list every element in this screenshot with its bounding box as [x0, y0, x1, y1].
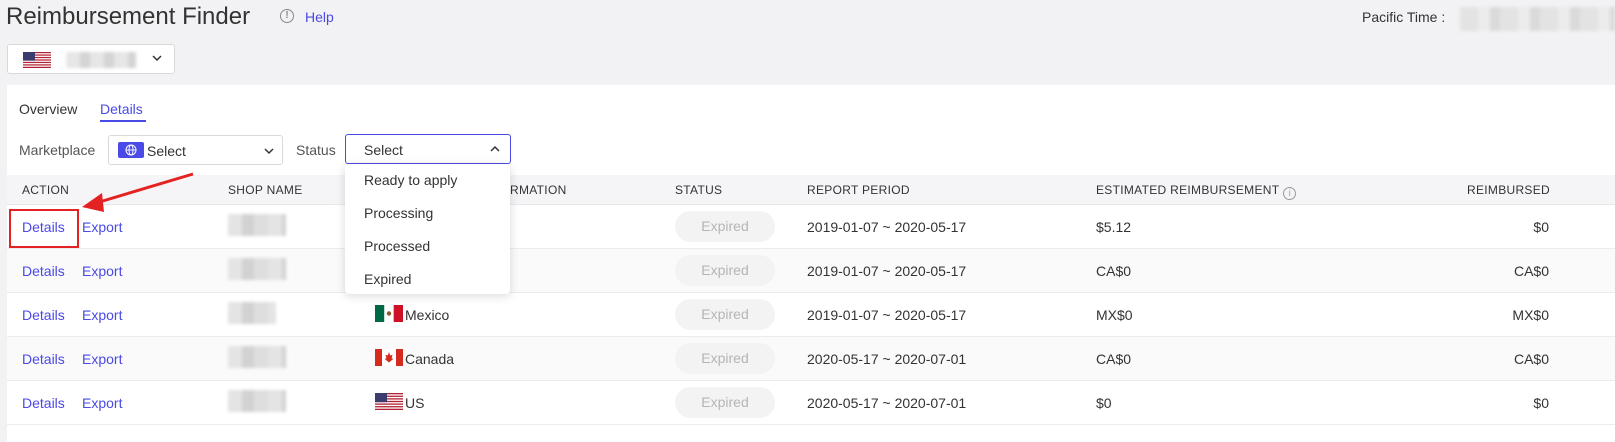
us-flag-icon [375, 393, 403, 410]
col-action: ACTION [22, 183, 70, 197]
shop-name-redacted [228, 258, 286, 280]
status-option-processed[interactable]: Processed [364, 238, 430, 254]
report-period: 2020-05-17 ~ 2020-07-01 [807, 395, 967, 411]
status-badge: Expired [675, 343, 775, 374]
store-selector[interactable] [7, 44, 175, 74]
us-flag-icon [23, 52, 51, 68]
table-row: Details Export Expired 2019-01-07 ~ 2020… [7, 249, 1615, 293]
status-badge: Expired [675, 211, 775, 242]
status-badge: Expired [675, 255, 775, 286]
marketplace-label: Marketplace [19, 142, 96, 158]
main-panel: Overview Details Marketplace Select Stat… [7, 85, 1615, 442]
info-icon[interactable]: i [1283, 187, 1297, 200]
country-name: Canada [405, 351, 455, 367]
reimbursed-amount: $0 [1533, 395, 1549, 411]
export-link[interactable]: Export [82, 351, 122, 367]
status-select[interactable]: Select [345, 134, 511, 164]
details-link[interactable]: Details [22, 395, 65, 411]
active-tab-indicator [100, 120, 146, 122]
mexico-flag-icon [375, 305, 403, 322]
details-link[interactable]: Details [22, 307, 65, 323]
pacific-time-label: Pacific Time : [1362, 9, 1446, 25]
status-label: Status [296, 142, 336, 158]
col-information: RMATION [510, 183, 567, 197]
tab-details[interactable]: Details [100, 101, 143, 117]
details-link[interactable]: Details [22, 263, 65, 279]
export-link[interactable]: Export [82, 219, 122, 235]
col-status: STATUS [675, 183, 723, 197]
status-option-ready-to-apply[interactable]: Ready to apply [364, 172, 457, 188]
col-reimbursed: REIMBURSED [1467, 183, 1551, 197]
status-badge: Expired [675, 387, 775, 418]
status-select-value: Select [364, 142, 403, 158]
export-link[interactable]: Export [82, 307, 122, 323]
estimated-reimbursement: $5.12 [1096, 219, 1132, 235]
store-name-redacted [66, 52, 136, 68]
marketplace-country: US [375, 393, 424, 411]
status-option-processing[interactable]: Processing [364, 205, 433, 221]
estimated-reimbursement: CA$0 [1096, 263, 1132, 279]
estimated-reimbursement: $0 [1096, 395, 1112, 411]
chevron-up-icon [490, 145, 500, 152]
estimated-reimbursement: MX$0 [1096, 307, 1133, 323]
reimbursed-amount: $0 [1533, 219, 1549, 235]
col-shop-name: SHOP NAME [228, 183, 303, 197]
estimated-reimbursement: CA$0 [1096, 351, 1132, 367]
report-period: 2019-01-07 ~ 2020-05-17 [807, 263, 967, 279]
col-report-period: REPORT PERIOD [807, 183, 910, 197]
country-name: Mexico [405, 307, 450, 323]
shop-name-redacted [228, 346, 286, 368]
help-icon[interactable]: ! [280, 9, 294, 23]
report-period: 2019-01-07 ~ 2020-05-17 [807, 307, 967, 323]
canada-flag-icon [375, 349, 403, 366]
page-title: Reimbursement Finder [6, 3, 251, 30]
shop-name-redacted [228, 214, 286, 236]
shop-name-redacted [228, 302, 276, 324]
top-bar: Reimbursement Finder ! Help Pacific Time… [0, 0, 1615, 40]
help-link[interactable]: Help [305, 9, 334, 25]
pacific-time-value-redacted [1460, 7, 1615, 31]
reimbursed-amount: CA$0 [1513, 263, 1549, 279]
marketplace-select-value: Select [147, 143, 186, 159]
reimbursed-amount: CA$0 [1513, 351, 1549, 367]
marketplace-country: Mexico [375, 305, 449, 323]
table-row: Details Export Mexico Expired 2019-01-07… [7, 293, 1615, 337]
col-estimated-reimbursement: ESTIMATED REIMBURSEMENT i [1096, 183, 1297, 200]
shop-name-redacted [228, 390, 286, 412]
country-name: US [405, 395, 425, 411]
marketplace-country: Canada [375, 349, 454, 367]
chevron-down-icon [264, 148, 274, 155]
export-link[interactable]: Export [82, 395, 122, 411]
report-period: 2020-05-17 ~ 2020-07-01 [807, 351, 967, 367]
status-badge: Expired [675, 299, 775, 330]
details-link[interactable]: Details [22, 351, 65, 367]
table-row: Details Export US Expired 2020-05-17 ~ 2… [7, 381, 1615, 425]
reimbursed-amount: MX$0 [1512, 307, 1549, 323]
chevron-down-icon [152, 55, 162, 62]
annotation-highlight-box [9, 209, 79, 248]
export-link[interactable]: Export [82, 263, 122, 279]
tab-overview[interactable]: Overview [19, 101, 77, 117]
table-row: Details Export Canada Expired 2020-05-17… [7, 337, 1615, 381]
status-option-expired[interactable]: Expired [364, 271, 411, 287]
table-header: ACTION SHOP NAME RMATION STATUS REPORT P… [7, 175, 1615, 205]
table-row: Details Export Expired 2019-01-07 ~ 2020… [7, 205, 1615, 249]
globe-icon [118, 142, 144, 158]
report-period: 2019-01-07 ~ 2020-05-17 [807, 219, 967, 235]
marketplace-select[interactable]: Select [108, 135, 283, 165]
status-dropdown-menu: Ready to apply Processing Processed Expi… [345, 164, 510, 294]
